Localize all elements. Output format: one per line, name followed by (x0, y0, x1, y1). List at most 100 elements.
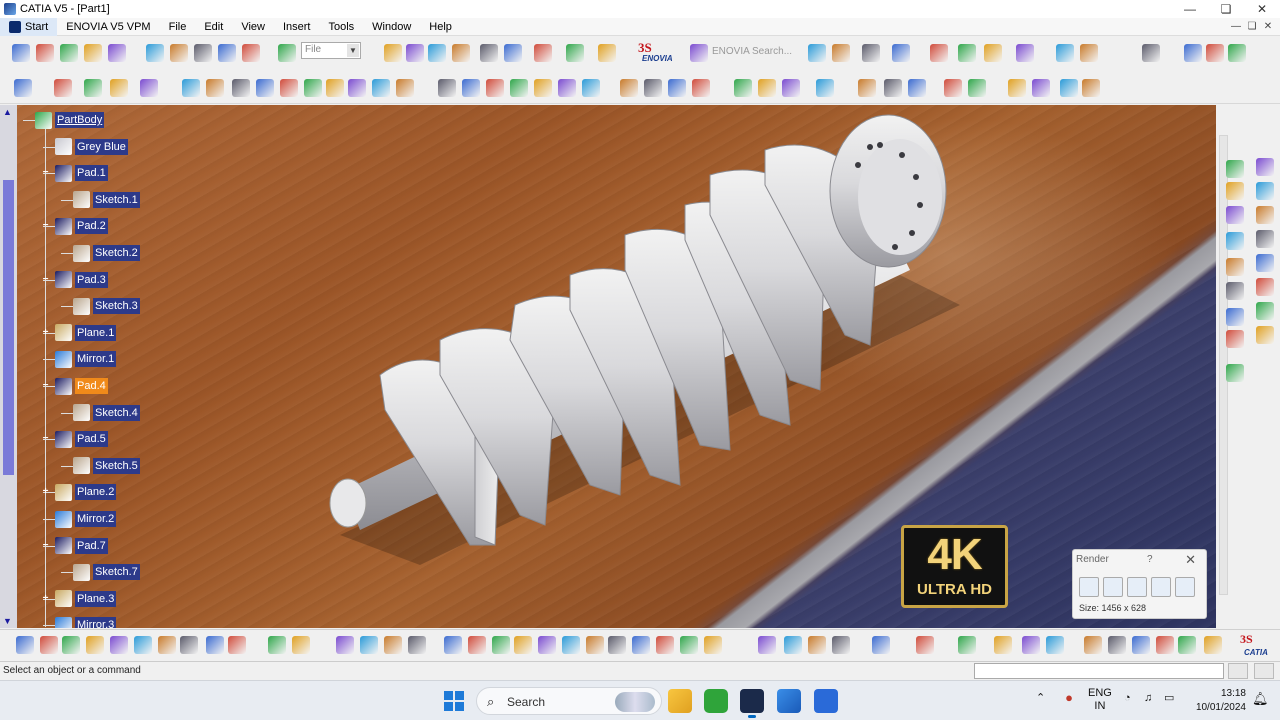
bottom-toolbar-icon-7[interactable] (158, 636, 176, 654)
toolbar2-icon-12[interactable] (326, 79, 344, 97)
tree-expander-icon[interactable]: − (41, 381, 50, 391)
toolbar2-icon-4[interactable] (110, 79, 128, 97)
camtasia-icon[interactable] (704, 689, 728, 713)
toolbar1-icon-22[interactable] (808, 44, 826, 62)
tree-node-sketch-3[interactable]: Sketch.3 (73, 297, 140, 315)
toolbar2-icon-15[interactable] (396, 79, 414, 97)
wifi-icon[interactable]: ◔ (1124, 692, 1131, 705)
toolbar1-icon-28[interactable] (984, 44, 1002, 62)
toolbar1-icon-7[interactable] (170, 44, 188, 62)
notification-bell-icon[interactable]: 🔔︎ (1252, 692, 1269, 705)
toolbar2-icon-19[interactable] (510, 79, 528, 97)
toolbar2-icon-26[interactable] (692, 79, 710, 97)
menu-edit[interactable]: Edit (195, 18, 232, 36)
bottom-toolbar-icon-40[interactable] (1108, 636, 1126, 654)
compass-toolbar-icon-5[interactable] (1256, 254, 1274, 272)
system-clock[interactable]: 13:18 10/01/2024 (1190, 687, 1246, 715)
menu-view[interactable]: View (232, 18, 274, 36)
tree-expander-icon[interactable]: + (41, 487, 50, 497)
tree-node-pad-1[interactable]: Pad.1 (55, 164, 108, 182)
toolbar1-icon-25[interactable] (892, 44, 910, 62)
bottom-toolbar-icon-38[interactable] (1046, 636, 1064, 654)
menu-help[interactable]: Help (420, 18, 461, 36)
compass-toolbar-icon-2[interactable] (1256, 182, 1274, 200)
bottom-toolbar-icon-5[interactable] (110, 636, 128, 654)
toolbar2-icon-17[interactable] (462, 79, 480, 97)
doc-close-button[interactable]: ✕ (1260, 18, 1276, 36)
tree-node-pad-2[interactable]: Pad.2 (55, 217, 108, 235)
tree-expander-icon[interactable]: − (41, 540, 50, 550)
right-toolbar-icon-9[interactable] (1226, 364, 1244, 382)
toolbar2-icon-28[interactable] (758, 79, 776, 97)
compass-toolbar-icon-4[interactable] (1256, 230, 1274, 248)
toolbar1-icon-20[interactable] (598, 44, 616, 62)
help-button[interactable]: ? (1147, 554, 1153, 565)
toolbar2-icon-30[interactable] (816, 79, 834, 97)
menu-enovia[interactable]: ENOVIA V5 VPM (57, 18, 159, 36)
toolbar1-icon-32[interactable] (1142, 44, 1160, 62)
toolbar1-icon-33[interactable] (1184, 44, 1202, 62)
toolbar2-icon-35[interactable] (968, 79, 986, 97)
windows-start-icon[interactable] (444, 691, 464, 711)
bottom-toolbar-icon-26[interactable] (656, 636, 674, 654)
tree-node-sketch-2[interactable]: Sketch.2 (73, 244, 140, 262)
bottom-toolbar-icon-37[interactable] (1022, 636, 1040, 654)
language-indicator[interactable]: ENG IN (1088, 687, 1112, 713)
catia-taskbar-icon[interactable] (740, 689, 764, 718)
toolbar1-icon-19[interactable] (566, 44, 584, 62)
toolbar2-icon-6[interactable] (182, 79, 200, 97)
toolbar1-icon-10[interactable] (242, 44, 260, 62)
right-toolbar-icon-4[interactable] (1226, 232, 1244, 250)
bottom-toolbar-icon-21[interactable] (538, 636, 556, 654)
right-toolbar-icon-5[interactable] (1226, 258, 1244, 276)
bottom-toolbar-icon-34[interactable] (916, 636, 934, 654)
toolbar1-icon-9[interactable] (218, 44, 236, 62)
tree-expander-icon[interactable]: + (41, 593, 50, 603)
toolbar1-icon-34[interactable] (1206, 44, 1224, 62)
toolbar2-icon-29[interactable] (782, 79, 800, 97)
bottom-toolbar-icon-39[interactable] (1084, 636, 1102, 654)
tree-node-plane-2[interactable]: Plane.2 (55, 483, 117, 501)
bottom-toolbar-icon-31[interactable] (808, 636, 826, 654)
bottom-toolbar-icon-30[interactable] (784, 636, 802, 654)
tree-node-mirror-2[interactable]: Mirror.2 (55, 510, 117, 528)
bottom-toolbar-icon-8[interactable] (180, 636, 198, 654)
bottom-toolbar-icon-13[interactable] (336, 636, 354, 654)
tree-expander-icon[interactable]: − (41, 274, 50, 284)
status-button-2[interactable] (1254, 663, 1274, 679)
toolbar1-icon-31[interactable] (1080, 44, 1098, 62)
render-preview-icon[interactable] (1127, 577, 1147, 597)
restore-button[interactable]: ❏ (1208, 0, 1244, 18)
toolbar2-icon-11[interactable] (304, 79, 322, 97)
tree-node-partbody[interactable]: PartBody (35, 111, 105, 129)
toolbar2-icon-23[interactable] (620, 79, 638, 97)
bottom-toolbar-icon-29[interactable] (758, 636, 776, 654)
bottom-toolbar-icon-23[interactable] (586, 636, 604, 654)
toolbar1-icon-12[interactable] (384, 44, 402, 62)
toolbar1-icon-17[interactable] (504, 44, 522, 62)
render-export-icon[interactable] (1103, 577, 1123, 597)
toolbar2-icon-1[interactable] (14, 79, 32, 97)
toolbar1-icon-24[interactable] (862, 44, 880, 62)
toolbar1-icon-30[interactable] (1056, 44, 1074, 62)
bottom-toolbar-icon-2[interactable] (40, 636, 58, 654)
battery-icon[interactable]: ▭ (1164, 692, 1174, 705)
scroll-down-icon[interactable]: ▼ (3, 616, 12, 626)
bottom-toolbar-icon-4[interactable] (86, 636, 104, 654)
bottom-toolbar-icon-28[interactable] (704, 636, 722, 654)
tree-node-sketch-4[interactable]: Sketch.4 (73, 404, 140, 422)
menu-tools[interactable]: Tools (319, 18, 363, 36)
bottom-toolbar-icon-12[interactable] (292, 636, 310, 654)
bottom-toolbar-icon-15[interactable] (384, 636, 402, 654)
bottom-toolbar-icon-18[interactable] (468, 636, 486, 654)
tree-node-pad-4[interactable]: Pad.4 (55, 377, 108, 395)
toolbar2-icon-18[interactable] (486, 79, 504, 97)
close-button[interactable]: ✕ (1185, 552, 1196, 568)
toolbar2-icon-25[interactable] (668, 79, 686, 97)
calculator-icon[interactable] (814, 689, 838, 713)
tree-node-pad-3[interactable]: Pad.3 (55, 271, 108, 289)
toolbar2-icon-14[interactable] (372, 79, 390, 97)
tree-node-sketch-1[interactable]: Sketch.1 (73, 191, 140, 209)
tree-node-pad-7[interactable]: Pad.7 (55, 537, 108, 555)
bottom-toolbar-icon-3[interactable] (62, 636, 80, 654)
